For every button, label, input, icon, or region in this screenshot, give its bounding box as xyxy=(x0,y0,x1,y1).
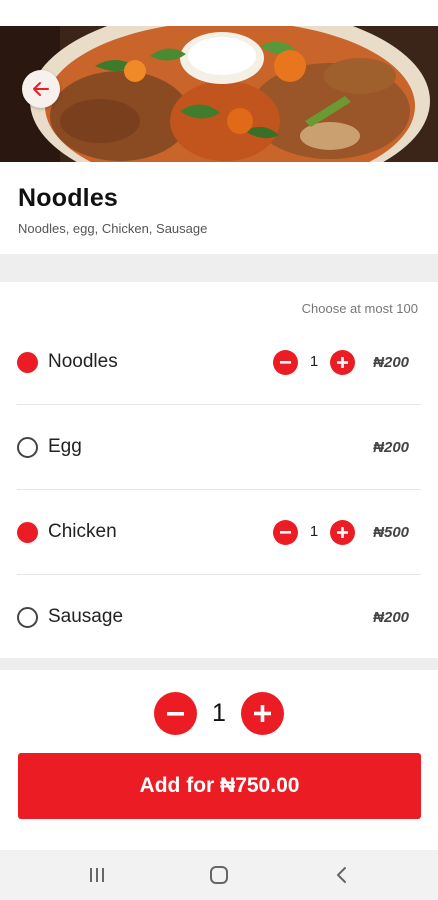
minus-icon xyxy=(280,361,291,364)
recent-apps-icon[interactable] xyxy=(85,863,109,887)
option-row-egg[interactable]: Egg ₦200 xyxy=(17,405,421,490)
decrease-button[interactable] xyxy=(273,520,298,545)
status-bar xyxy=(0,0,438,26)
food-image xyxy=(0,26,438,162)
minus-icon xyxy=(280,531,291,534)
quantity-stepper: 1 xyxy=(273,520,355,545)
option-quantity: 1 xyxy=(309,353,319,370)
option-row-noodles[interactable]: Noodles 1 ₦200 xyxy=(17,320,421,405)
options-list: Choose at most 100 Noodles 1 ₦200 Egg ₦2… xyxy=(0,282,438,658)
back-nav-icon[interactable] xyxy=(330,863,354,887)
radio-selected-chicken[interactable] xyxy=(17,522,38,543)
radio-unselected-egg[interactable] xyxy=(17,437,38,458)
add-to-cart-button[interactable]: Add for ₦750.00 xyxy=(18,753,421,819)
decrease-button[interactable] xyxy=(273,350,298,375)
system-nav-bar xyxy=(0,850,438,900)
option-label: Chicken xyxy=(48,521,117,542)
increase-button[interactable] xyxy=(330,520,355,545)
selection-limit-note: Choose at most 100 xyxy=(301,301,418,316)
arrow-left-icon xyxy=(31,79,51,99)
option-price: ₦200 xyxy=(373,609,409,626)
plus-icon xyxy=(337,357,348,368)
minus-icon xyxy=(167,711,184,716)
plus-icon xyxy=(337,527,348,538)
increase-order-button[interactable] xyxy=(241,692,284,735)
home-icon[interactable] xyxy=(207,863,231,887)
increase-button[interactable] xyxy=(330,350,355,375)
quantity-stepper: 1 xyxy=(273,350,355,375)
option-price: ₦500 xyxy=(373,524,409,541)
option-price: ₦200 xyxy=(373,439,409,456)
order-quantity: 1 xyxy=(212,699,226,727)
item-description: Noodles, egg, Chicken, Sausage xyxy=(18,221,208,236)
option-label: Egg xyxy=(48,436,82,457)
decrease-order-button[interactable] xyxy=(154,692,197,735)
item-header: Noodles Noodles, egg, Chicken, Sausage xyxy=(0,162,438,254)
radio-selected-noodles[interactable] xyxy=(17,352,38,373)
option-quantity: 1 xyxy=(309,523,319,540)
section-divider xyxy=(0,658,438,670)
back-button[interactable] xyxy=(22,70,60,108)
section-divider xyxy=(0,254,438,282)
item-title: Noodles xyxy=(18,184,119,212)
option-price: ₦200 xyxy=(373,354,409,371)
radio-unselected-sausage[interactable] xyxy=(17,607,38,628)
option-row-chicken[interactable]: Chicken 1 ₦500 xyxy=(17,490,421,575)
order-quantity-stepper: 1 xyxy=(0,690,438,736)
plus-icon xyxy=(254,705,271,722)
option-label: Noodles xyxy=(48,351,118,372)
option-label: Sausage xyxy=(48,606,124,627)
option-row-sausage[interactable]: Sausage ₦200 xyxy=(17,575,421,660)
